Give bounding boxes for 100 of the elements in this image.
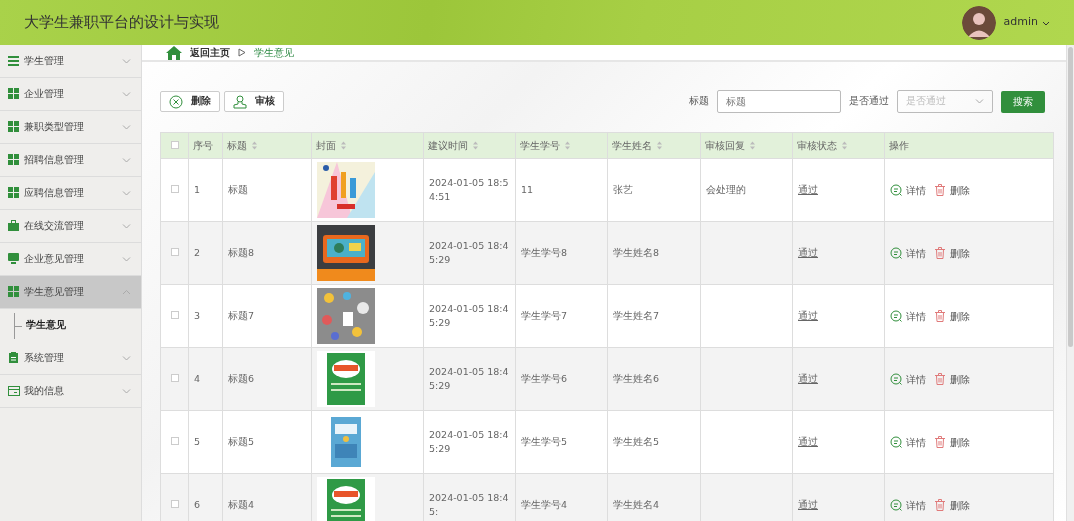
breadcrumb-current: 学生意见 [254, 46, 294, 60]
avatar[interactable] [961, 5, 996, 40]
home-link[interactable]: 返回主页 [190, 45, 230, 60]
detail-link[interactable]: 详情 [890, 497, 926, 513]
sidebar-item[interactable]: 兼职类型管理 [0, 111, 141, 144]
grid-icon [8, 88, 20, 100]
detail-link[interactable]: 详情 [890, 434, 926, 450]
chevron-down-icon [122, 387, 131, 395]
sidebar-item[interactable]: 在线交流管理 [0, 210, 141, 243]
detail-icon [890, 310, 902, 322]
field-label: 标题 [689, 94, 709, 109]
grid-icon [8, 154, 20, 166]
row-number: 4 [194, 372, 201, 384]
delete-link[interactable]: 删除 [934, 308, 970, 324]
student-id-text: 学生学号8 [521, 246, 568, 258]
trash-icon [934, 310, 946, 322]
checkbox[interactable] [170, 141, 179, 149]
clipboard-icon [8, 352, 20, 364]
sidebar-item[interactable]: 应聘信息管理 [0, 177, 141, 210]
chevron-down-icon [122, 123, 131, 131]
detail-link[interactable]: 详情 [890, 308, 926, 324]
checkbox[interactable] [170, 499, 179, 508]
row-number: 2 [194, 246, 201, 258]
title-text: 标题4 [228, 498, 255, 510]
column-header[interactable]: 封面 [316, 138, 336, 153]
sidebar-item[interactable]: 学生管理 [0, 45, 141, 78]
sort-icon[interactable] [340, 141, 347, 150]
student-id-text: 学生学号5 [521, 435, 568, 447]
sort-icon[interactable] [841, 141, 848, 150]
breadcrumb-separator-icon [238, 48, 246, 57]
grid-icon [8, 286, 20, 298]
status-text: 通过 [798, 246, 818, 258]
input-field[interactable]: 标题 [717, 90, 841, 113]
row-number: 1 [194, 183, 201, 195]
sidebar-item[interactable]: 系统管理 [0, 342, 141, 375]
sort-icon[interactable] [472, 141, 479, 150]
review-button[interactable]: 审核 [224, 91, 284, 112]
field-label: 是否通过 [849, 94, 889, 109]
column-header[interactable]: 标题 [227, 138, 247, 153]
reply-text: 会处理的 [706, 183, 746, 195]
sort-icon[interactable] [749, 141, 756, 150]
sidebar-item[interactable]: 企业管理 [0, 78, 141, 111]
chevron-down-icon [975, 98, 984, 105]
chevron-up-icon [122, 288, 131, 296]
status-text: 通过 [798, 435, 818, 447]
status-text: 通过 [798, 372, 818, 384]
chevron-down-icon [122, 189, 131, 197]
user-menu[interactable]: admin [1003, 14, 1050, 31]
student-name-text: 学生姓名8 [613, 246, 660, 258]
grid-icon [8, 187, 20, 199]
chevron-down-icon [122, 354, 131, 362]
column-header: 操作 [889, 139, 909, 153]
checkbox[interactable] [170, 310, 179, 319]
detail-icon [890, 499, 902, 511]
date-text: 2024-01-05 18:45:29 [429, 302, 509, 328]
delete-link[interactable]: 删除 [934, 182, 970, 198]
stamp-icon [233, 94, 247, 109]
delete-button[interactable]: 删除 [160, 91, 220, 112]
sidebar-item[interactable]: 招聘信息管理 [0, 144, 141, 177]
delete-link[interactable]: 删除 [934, 245, 970, 261]
scrollbar[interactable] [1066, 45, 1074, 521]
checkbox[interactable] [170, 247, 179, 256]
sidebar-item[interactable]: 我的信息 [0, 375, 141, 408]
row-number: 3 [194, 309, 201, 321]
title-text: 标题7 [228, 309, 255, 321]
detail-icon [890, 247, 902, 259]
detail-icon [890, 184, 902, 196]
sidebar-item[interactable]: 学生意见管理 [0, 276, 141, 309]
chevron-down-icon [122, 156, 131, 164]
sort-icon[interactable] [656, 141, 663, 150]
trash-icon [934, 373, 946, 385]
detail-link[interactable]: 详情 [890, 245, 926, 261]
sidebar-subitem[interactable]: 学生意见 [22, 318, 66, 333]
delete-link[interactable]: 删除 [934, 434, 970, 450]
date-text: 2024-01-05 18:45:29 [429, 365, 509, 391]
trash-icon [934, 247, 946, 259]
cancel-icon [169, 94, 183, 109]
grid-icon [8, 121, 20, 133]
status-text: 通过 [798, 309, 818, 321]
detail-link[interactable]: 详情 [890, 371, 926, 387]
date-text: 2024-01-05 18:45:29 [429, 239, 509, 265]
student-name-text: 张艺 [613, 183, 633, 195]
checkbox[interactable] [170, 436, 179, 445]
delete-link[interactable]: 删除 [934, 497, 970, 513]
title-text: 标题6 [228, 372, 255, 384]
delete-link[interactable]: 删除 [934, 371, 970, 387]
detail-link[interactable]: 详情 [890, 182, 926, 198]
briefcase-icon [8, 220, 20, 232]
student-id-text: 学生学号4 [521, 498, 568, 510]
home-icon [166, 45, 182, 60]
sort-icon[interactable] [251, 141, 258, 150]
sort-icon[interactable] [564, 141, 571, 150]
app-title: 大学生兼职平台的设计与实现 [24, 12, 219, 34]
status-text: 通过 [798, 498, 818, 510]
title-text: 标题5 [228, 435, 255, 447]
checkbox[interactable] [170, 184, 179, 193]
checkbox[interactable] [170, 373, 179, 382]
card-icon [8, 385, 20, 397]
search-button[interactable]: 搜索 [1001, 90, 1045, 113]
title-text: 标题 [228, 183, 248, 195]
